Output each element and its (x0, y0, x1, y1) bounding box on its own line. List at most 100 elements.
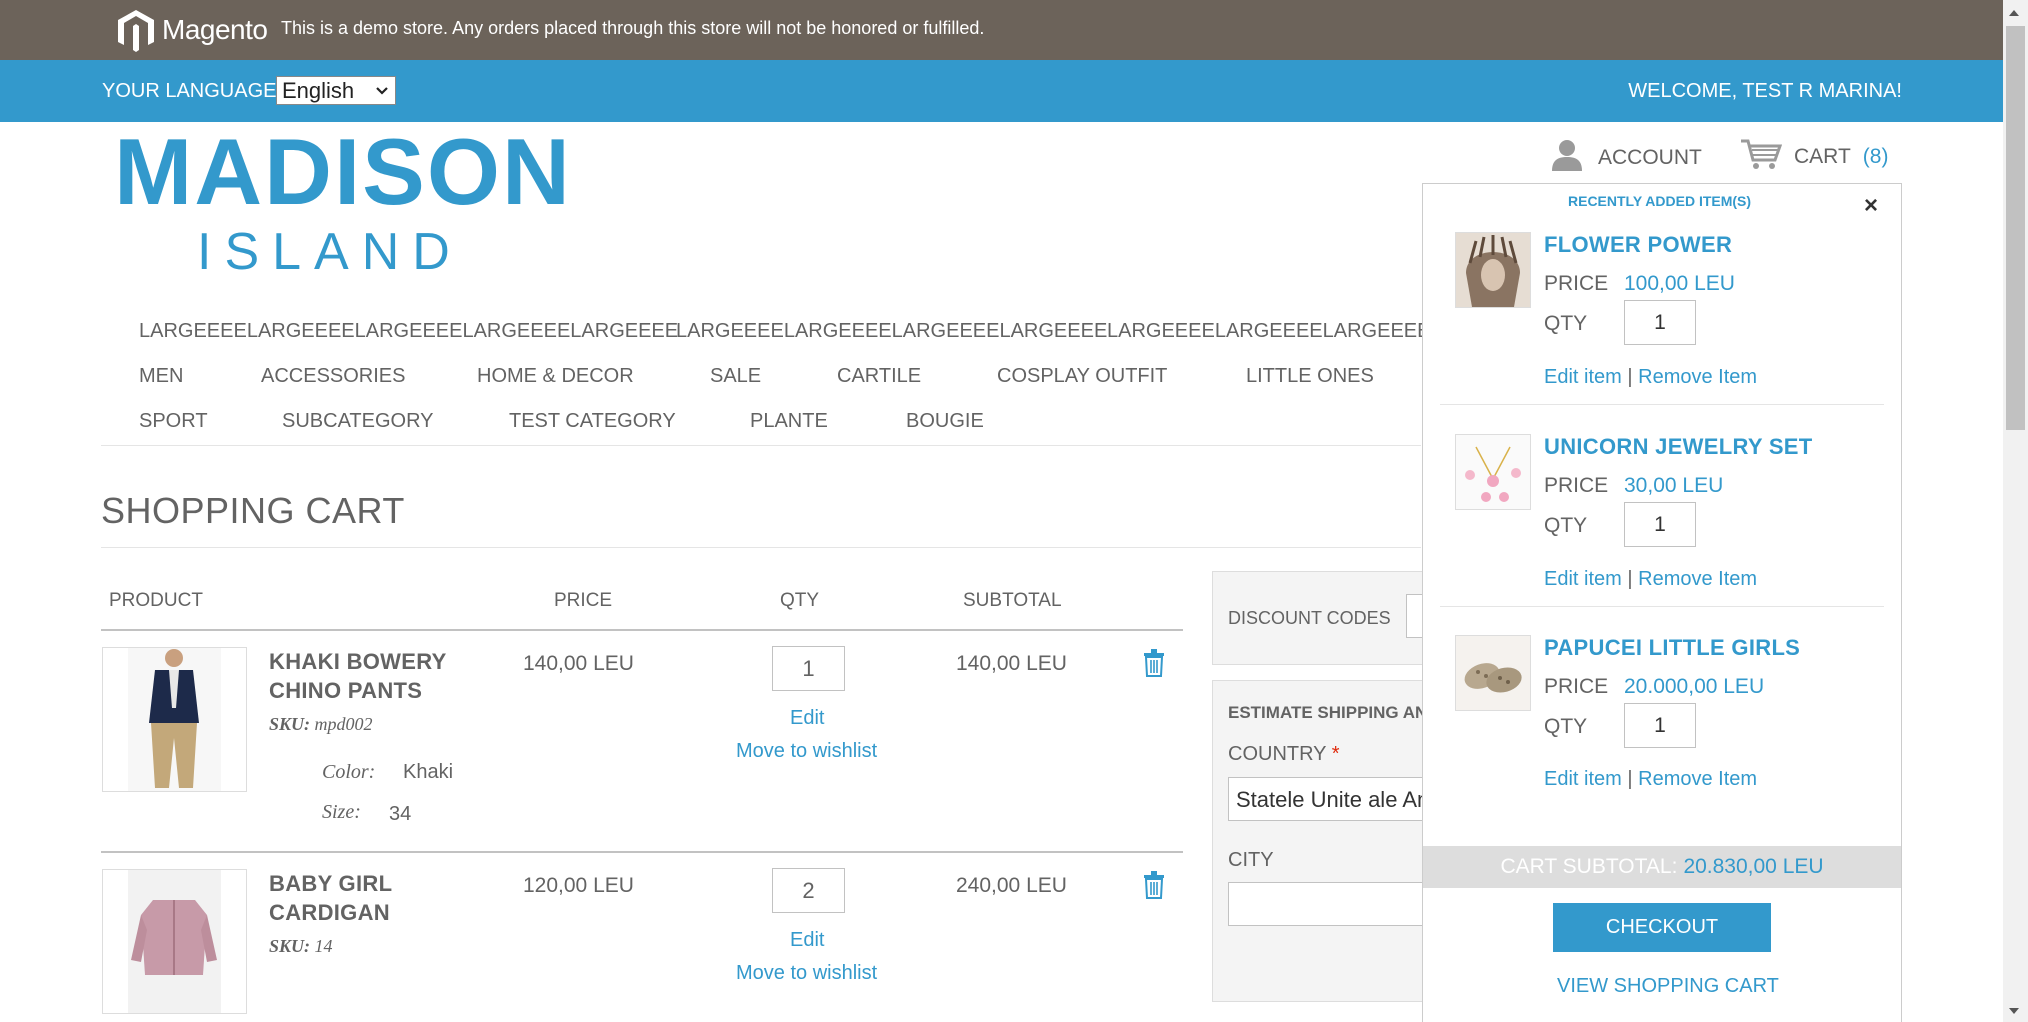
nav-item-sale[interactable]: SALE (710, 365, 761, 388)
product-sku: SKU: 14 (269, 936, 333, 957)
minicart-subtotal: CART SUBTOTAL: 20.830,00 LEU (1423, 846, 1901, 888)
site-logo-title[interactable]: MADISON (114, 122, 572, 222)
minicart-qty-input[interactable]: 1 (1624, 300, 1696, 345)
move-to-wishlist-link[interactable]: Move to wishlist (736, 740, 877, 763)
nav-item-cosplay-outfit[interactable]: COSPLAY OUTFIT (997, 365, 1167, 388)
column-header-subtotal: SUBTOTAL (963, 590, 1062, 611)
option-label-color: Color: (322, 761, 376, 783)
scroll-up-arrow-icon[interactable] (2008, 6, 2020, 20)
account-link[interactable]: ACCOUNT (1550, 138, 1702, 178)
minicart-item-image[interactable] (1455, 434, 1531, 510)
minicart-remove-link[interactable]: Remove Item (1638, 568, 1757, 590)
nav-item-large-3[interactable]: LARGEEEELARGEEEELARGEEEE (1107, 320, 1430, 343)
action-separator: | (1627, 568, 1633, 590)
move-to-wishlist-link[interactable]: Move to wishlist (736, 962, 877, 985)
account-label: ACCOUNT (1598, 146, 1702, 169)
minicart-edit-link[interactable]: Edit item (1544, 768, 1622, 790)
cart-count: (8) (1862, 145, 1889, 168)
product-name[interactable]: KHAKI BOWERY CHINO PANTS (269, 647, 447, 705)
sku-label: SKU: (269, 714, 311, 734)
minicart-qty-label: QTY (1544, 514, 1588, 537)
product-image-baby-cardigan[interactable] (102, 869, 247, 1014)
cart-link[interactable]: CART (8) (1740, 138, 1888, 176)
minicart-item-image[interactable] (1455, 232, 1531, 308)
nav-item-home-decor[interactable]: HOME & DECOR (477, 365, 634, 388)
language-select-value: English (282, 77, 355, 103)
close-icon[interactable]: × (1864, 192, 1878, 220)
discount-codes-label[interactable]: DISCOUNT CODES (1228, 608, 1391, 629)
country-label-text: COUNTRY (1228, 743, 1327, 765)
magento-wordmark: Magento (162, 14, 268, 45)
nav-item-plante[interactable]: PLANTE (750, 410, 828, 433)
quantity-input[interactable]: 1 (772, 646, 845, 691)
minicart-item-name[interactable]: PAPUCEI LITTLE GIRLS (1544, 635, 1800, 661)
minicart-item-actions: Edit item | Remove Item (1544, 568, 1757, 591)
subtotal-label: CART SUBTOTAL: (1500, 855, 1678, 878)
nav-item-subcategory[interactable]: SUBCATEGORY (282, 410, 434, 433)
product-name-line1: BABY GIRL (269, 871, 393, 896)
minicart-item-price: 100,00 LEU (1624, 272, 1735, 295)
minicart-price-label: PRICE (1544, 474, 1609, 497)
table-header-divider (101, 629, 1183, 631)
quantity-input[interactable]: 2 (772, 868, 845, 913)
nav-item-test-category[interactable]: TEST CATEGORY (509, 410, 676, 433)
account-icon (1550, 138, 1584, 178)
minicart-item-actions: Edit item | Remove Item (1544, 768, 1757, 791)
sku-label: SKU: (269, 936, 311, 956)
minicart-price-label: PRICE (1544, 675, 1609, 698)
item-subtotal: 140,00 LEU (956, 652, 1067, 675)
cart-icon (1740, 138, 1783, 176)
column-header-price: PRICE (554, 590, 613, 611)
nav-item-cartile[interactable]: CARTILE (837, 365, 921, 388)
minicart-item-price: 20.000,00 LEU (1624, 675, 1765, 698)
product-image-khaki-pants[interactable] (102, 647, 247, 792)
trash-icon[interactable] (1143, 871, 1165, 904)
minicart-item-price: 30,00 LEU (1624, 474, 1724, 497)
product-sku: SKU: mpd002 (269, 714, 373, 735)
minicart-remove-link[interactable]: Remove Item (1638, 768, 1757, 790)
minicart-qty-input[interactable]: 1 (1624, 502, 1696, 547)
minicart-edit-link[interactable]: Edit item (1544, 568, 1622, 590)
demo-notice-text: This is a demo store. Any orders placed … (281, 18, 985, 38)
trash-icon[interactable] (1143, 649, 1165, 682)
product-name[interactable]: BABY GIRL CARDIGAN (269, 869, 392, 927)
nav-item-men[interactable]: MEN (139, 365, 183, 388)
view-shopping-cart-link[interactable]: VIEW SHOPPING CART (1557, 975, 1779, 998)
minicart-item-image[interactable] (1455, 635, 1531, 711)
minicart-remove-link[interactable]: Remove Item (1638, 366, 1757, 388)
nav-item-large-2[interactable]: LARGEEEELARGEEEELARGEEEELARGEEEE (676, 320, 1107, 343)
minicart-item-name[interactable]: UNICORN JEWELRY SET (1544, 434, 1813, 460)
title-divider (101, 547, 1421, 548)
minicart-item-name[interactable]: FLOWER POWER (1544, 232, 1732, 258)
product-name-line1: KHAKI BOWERY (269, 649, 447, 674)
nav-item-accessories[interactable]: ACCESSORIES (261, 365, 405, 388)
minicart-qty-input[interactable]: 1 (1624, 703, 1696, 748)
nav-item-little-ones[interactable]: LITTLE ONES (1246, 365, 1374, 388)
site-logo-subtitle[interactable]: ISLAND (197, 225, 463, 279)
item-price: 140,00 LEU (523, 652, 634, 675)
magento-logo: Magento (116, 8, 268, 52)
minicart-qty-label: QTY (1544, 715, 1588, 738)
edit-item-link[interactable]: Edit (790, 707, 824, 730)
scrollbar-thumb[interactable] (2006, 26, 2025, 430)
sku-value: 14 (314, 936, 333, 956)
required-marker: * (1331, 743, 1340, 765)
cart-label: CART (1794, 145, 1851, 168)
language-select[interactable]: English (276, 76, 396, 105)
language-label: YOUR LANGUAGE: (102, 80, 283, 102)
magento-icon (118, 10, 154, 52)
minicart-item-actions: Edit item | Remove Item (1544, 366, 1757, 389)
column-header-qty: QTY (780, 590, 820, 611)
nav-item-bougie[interactable]: BOUGIE (906, 410, 984, 433)
checkout-button[interactable]: CHECKOUT (1553, 903, 1771, 952)
product-name-line2: CHINO PANTS (269, 678, 423, 703)
item-price: 120,00 LEU (523, 874, 634, 897)
minicart-edit-link[interactable]: Edit item (1544, 366, 1622, 388)
option-label-size: Size: (322, 801, 361, 823)
nav-item-large-1[interactable]: LARGEEEELARGEEEELARGEEEELARGEEEELARGEEEE (139, 320, 678, 343)
scroll-down-arrow-icon[interactable] (2008, 1004, 2020, 1018)
edit-item-link[interactable]: Edit (790, 929, 824, 952)
nav-item-sport[interactable]: SPORT (139, 410, 208, 433)
table-row-divider (101, 851, 1183, 853)
action-separator: | (1627, 366, 1633, 388)
